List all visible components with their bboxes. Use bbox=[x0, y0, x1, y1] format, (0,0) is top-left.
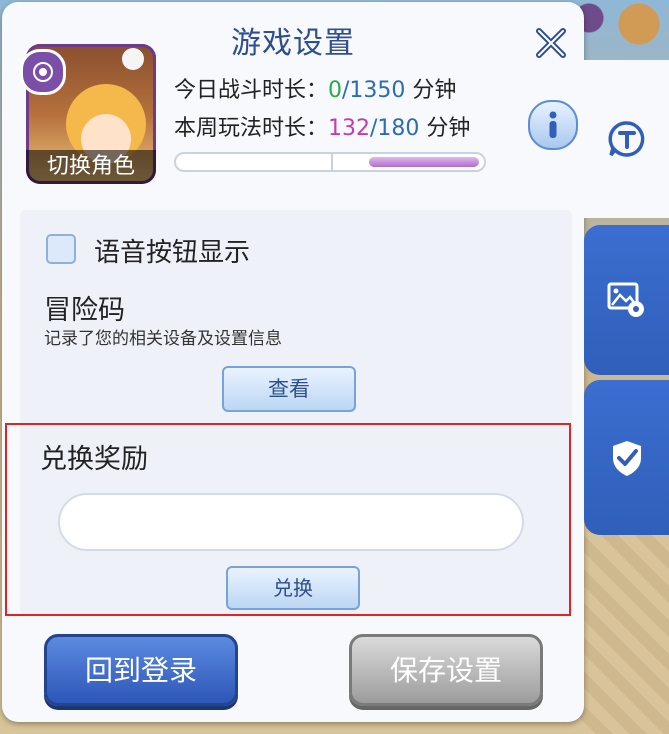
info-icon bbox=[549, 111, 557, 138]
background-decoration bbox=[569, 0, 669, 60]
voice-button-checkbox[interactable] bbox=[46, 234, 76, 264]
close-button[interactable] bbox=[532, 24, 570, 62]
redeem-button[interactable]: 兑换 bbox=[226, 566, 360, 610]
bear-decoration-icon bbox=[122, 48, 144, 70]
adventure-code-title: 冒险码 bbox=[44, 295, 125, 326]
weekly-total: /180 bbox=[370, 116, 420, 141]
close-icon bbox=[536, 28, 566, 58]
weekly-play-time: 本周玩法时长：132/180 分钟 bbox=[174, 110, 470, 142]
tab-graphics-settings[interactable] bbox=[584, 225, 669, 375]
daily-used: 0 bbox=[328, 78, 343, 103]
daily-battle-time: 今日战斗时长：0/1350 分钟 bbox=[174, 72, 456, 104]
emblem-badge-icon bbox=[20, 49, 66, 95]
settings-panel: 游戏设置 切换角色 今日战斗时长：0/1350 分钟 本周玩法时长：132/18… bbox=[2, 2, 584, 722]
tab-security[interactable] bbox=[584, 380, 669, 535]
info-button[interactable] bbox=[528, 100, 578, 150]
weekly-label: 本周玩法时长： bbox=[174, 116, 329, 141]
play-time-progress-bar bbox=[174, 152, 486, 172]
chat-t-icon bbox=[607, 121, 644, 157]
redeem-code-input[interactable] bbox=[58, 493, 524, 551]
daily-label: 今日战斗时长： bbox=[174, 78, 329, 103]
save-settings-button[interactable]: 保存设置 bbox=[349, 634, 543, 706]
progress-divider bbox=[331, 154, 333, 170]
image-settings-icon bbox=[607, 282, 644, 317]
voice-button-label: 语音按钮显示 bbox=[94, 238, 251, 268]
daily-total: /1350 bbox=[342, 78, 406, 103]
redeem-title: 兑换奖励 bbox=[40, 444, 148, 475]
view-button[interactable]: 查看 bbox=[222, 366, 356, 412]
daily-unit: 分钟 bbox=[405, 78, 457, 103]
back-to-login-button[interactable]: 回到登录 bbox=[44, 634, 238, 706]
background-ground bbox=[579, 514, 669, 734]
weekly-used: 132 bbox=[328, 116, 371, 141]
adventure-code-description: 记录了您的相关设备及设置信息 bbox=[44, 329, 282, 349]
switch-character-button[interactable]: 切换角色 bbox=[26, 150, 156, 184]
weekly-unit: 分钟 bbox=[419, 116, 471, 141]
shield-check-icon bbox=[612, 440, 641, 476]
weekly-progress-fill bbox=[369, 157, 479, 167]
tab-chat[interactable] bbox=[584, 60, 669, 218]
